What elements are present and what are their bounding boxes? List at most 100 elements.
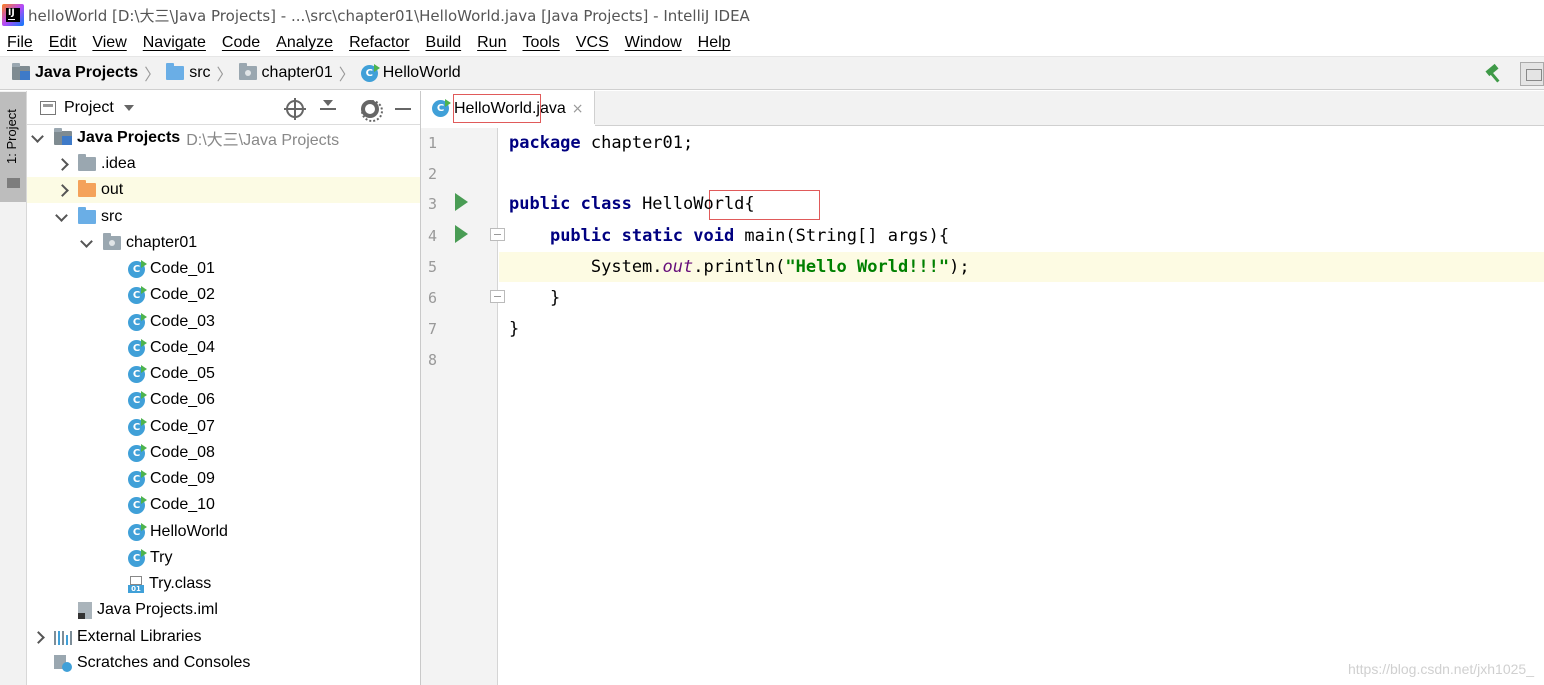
- class-file-icon: 01: [128, 575, 144, 593]
- tree-item[interactable]: External Libraries: [27, 624, 420, 650]
- tree-item[interactable]: C Code_05: [27, 361, 420, 387]
- class-icon: C: [128, 495, 147, 514]
- tree-item-label: src: [101, 208, 123, 225]
- code-line[interactable]: }: [499, 314, 1544, 344]
- chevron-down-icon[interactable]: [81, 238, 91, 248]
- tree-item[interactable]: Java Projects D:\大三\Java Projects: [27, 125, 420, 151]
- menu-run[interactable]: Run: [469, 34, 514, 52]
- project-panel-title[interactable]: Project: [64, 99, 114, 117]
- project-tool-window-button[interactable]: 1: Project: [0, 92, 26, 202]
- breadcrumb-separator: 〉: [144, 67, 161, 84]
- tree-item[interactable]: Scratches and Consoles: [27, 650, 420, 676]
- tree-item[interactable]: C Code_04: [27, 335, 420, 361]
- locate-target-icon[interactable]: [284, 98, 306, 120]
- tree-item[interactable]: 01 Try.class: [27, 571, 420, 597]
- tree-item-label: Java Projects: [77, 129, 181, 146]
- close-icon[interactable]: ×: [572, 101, 584, 117]
- breadcrumb-package-label: chapter01: [261, 64, 333, 81]
- run-icon[interactable]: [455, 225, 468, 243]
- chevron-right-icon[interactable]: [56, 185, 66, 195]
- menu-file[interactable]: File: [0, 34, 41, 52]
- menu-build[interactable]: Build: [418, 34, 470, 52]
- tree-item[interactable]: C Code_02: [27, 282, 420, 308]
- code-line[interactable]: package chapter01;: [499, 128, 1544, 158]
- chevron-right-icon[interactable]: [56, 159, 66, 169]
- tree-item[interactable]: src: [27, 204, 420, 230]
- breadcrumb-src[interactable]: src 〉: [166, 61, 238, 85]
- menu-window[interactable]: Window: [617, 34, 690, 52]
- menu-vcs[interactable]: VCS: [568, 34, 617, 52]
- tree-item-label: Code_04: [150, 339, 215, 356]
- line-number: 7: [427, 320, 437, 338]
- menu-analyze[interactable]: Analyze: [268, 34, 341, 52]
- menu-help[interactable]: Help: [690, 34, 739, 52]
- breadcrumb-separator: 〉: [338, 67, 355, 84]
- menu-edit[interactable]: Edit: [41, 34, 85, 52]
- tree-item[interactable]: C HelloWorld: [27, 519, 420, 545]
- code-area[interactable]: package chapter01; public class HelloWorl…: [499, 128, 1544, 685]
- tree-item[interactable]: chapter01: [27, 230, 420, 256]
- tree-item[interactable]: C Code_08: [27, 440, 420, 466]
- code-token: package: [509, 133, 581, 153]
- build-hammer-icon[interactable]: [1484, 63, 1504, 83]
- logo-text: IJ: [8, 8, 15, 18]
- tree-item-label: Try: [150, 549, 173, 566]
- menu-refactor[interactable]: Refactor: [341, 34, 417, 52]
- breadcrumb-file[interactable]: C HelloWorld: [360, 63, 461, 82]
- run-icon[interactable]: [455, 193, 468, 211]
- tree-item-label: Code_03: [150, 313, 215, 330]
- class-icon: C: [128, 522, 147, 541]
- code-line[interactable]: System.out.println("Hello World!!!");: [499, 252, 1544, 282]
- tree-item[interactable]: out: [27, 177, 420, 203]
- chevron-down-icon[interactable]: [123, 104, 134, 111]
- tree-item-label: out: [101, 181, 124, 198]
- class-icon: C: [128, 338, 147, 357]
- code-token: HelloWorld{: [631, 194, 755, 214]
- chevron-right-icon[interactable]: [32, 632, 42, 642]
- code-line[interactable]: public static void main(String[] args){: [499, 221, 1544, 251]
- tree-item[interactable]: C Code_06: [27, 387, 420, 413]
- layout-toggle-button[interactable]: [1520, 62, 1544, 86]
- menu-navigate[interactable]: Navigate: [135, 34, 214, 52]
- class-icon: C: [128, 548, 147, 567]
- tree-item-label: Java Projects.iml: [97, 601, 218, 618]
- tree-item[interactable]: C Try: [27, 545, 420, 571]
- minimize-icon[interactable]: [395, 100, 413, 118]
- navigation-bar: Java Projects 〉 src 〉 chapter01 〉 C Hell…: [0, 56, 1544, 90]
- line-number: 4: [427, 227, 437, 245]
- project-tool-label: 1: Project: [4, 109, 19, 164]
- gear-icon[interactable]: [361, 100, 383, 122]
- library-icon: [54, 629, 72, 645]
- code-line[interactable]: }: [499, 283, 1544, 313]
- class-icon: C: [128, 469, 147, 488]
- breadcrumb-project[interactable]: Java Projects 〉: [12, 61, 166, 85]
- collapse-all-icon[interactable]: [319, 100, 337, 118]
- tree-item-label: Code_05: [150, 365, 215, 382]
- code-line[interactable]: [499, 159, 1544, 189]
- editor: C HelloWorld.java × 1 2 3 4 5 6 7 8 package cha…: [421, 91, 1544, 685]
- package-icon: [238, 63, 257, 80]
- menu-code[interactable]: Code: [214, 34, 268, 52]
- breadcrumb-package[interactable]: chapter01 〉: [238, 61, 361, 85]
- chevron-down-icon[interactable]: [32, 133, 42, 143]
- tree-item[interactable]: C Code_01: [27, 256, 420, 282]
- code-token: }: [509, 288, 561, 308]
- tree-item[interactable]: Java Projects.iml: [27, 597, 420, 623]
- tree-item[interactable]: C Code_10: [27, 492, 420, 518]
- code-line[interactable]: public class HelloWorld{: [499, 189, 1544, 219]
- tab-helloworld-java[interactable]: C HelloWorld.java ×: [421, 91, 595, 127]
- tree-item[interactable]: C Code_07: [27, 414, 420, 440]
- tree-item[interactable]: C Code_03: [27, 309, 420, 335]
- code-token: }: [509, 319, 520, 339]
- class-icon: C: [128, 312, 147, 331]
- tree-item[interactable]: C Code_09: [27, 466, 420, 492]
- tree-item-label: Code_06: [150, 391, 215, 408]
- code-line[interactable]: [499, 345, 1544, 375]
- tree-item[interactable]: .idea: [27, 151, 420, 177]
- menu-view[interactable]: View: [84, 34, 134, 52]
- menu-tools[interactable]: Tools: [514, 34, 567, 52]
- scratches-icon: [54, 654, 72, 672]
- tree-item-label: Try.class: [149, 575, 212, 592]
- class-icon: C: [128, 259, 147, 278]
- chevron-down-icon[interactable]: [56, 212, 66, 222]
